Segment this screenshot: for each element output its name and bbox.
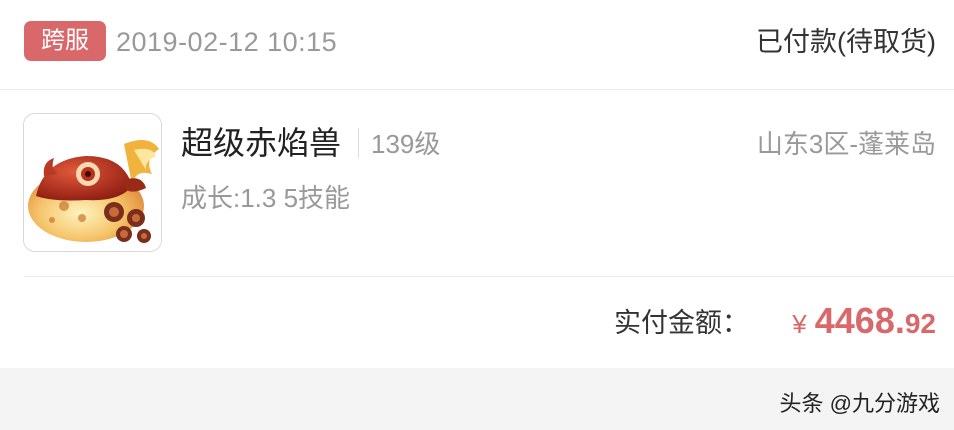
order-header: 跨服 2019-02-12 10:15 已付款(待取货) (0, 0, 954, 88)
order-status: 已付款(待取货) (756, 27, 936, 57)
amount-integer: 4468. (814, 300, 905, 341)
order-card[interactable]: 跨服 2019-02-12 10:15 已付款(待取货) 超级赤焰兽 139级 … (0, 0, 954, 368)
order-time: 2019-02-12 10:15 (116, 27, 338, 57)
pet-name: 超级赤焰兽 (181, 125, 342, 161)
pet-level: 139级 (371, 129, 441, 159)
cross-server-badge: 跨服 (24, 21, 106, 61)
name-level-separator (358, 128, 359, 158)
currency-symbol: ¥ (792, 309, 807, 339)
watermark-text: 头条 @九分游戏 (779, 391, 940, 416)
total-label: 实付金额： (614, 308, 749, 338)
pet-attributes: 成长:1.3 5技能 (181, 183, 351, 213)
pet-thumbnail[interactable] (23, 113, 162, 252)
pet-fire-beast-image (24, 114, 161, 251)
item-divider (24, 276, 954, 277)
header-divider (0, 89, 954, 90)
server-name: 山东3区-蓬莱岛 (756, 129, 936, 159)
amount-decimal: 92 (904, 308, 936, 339)
total-amount: ¥4468.92 (792, 299, 936, 351)
